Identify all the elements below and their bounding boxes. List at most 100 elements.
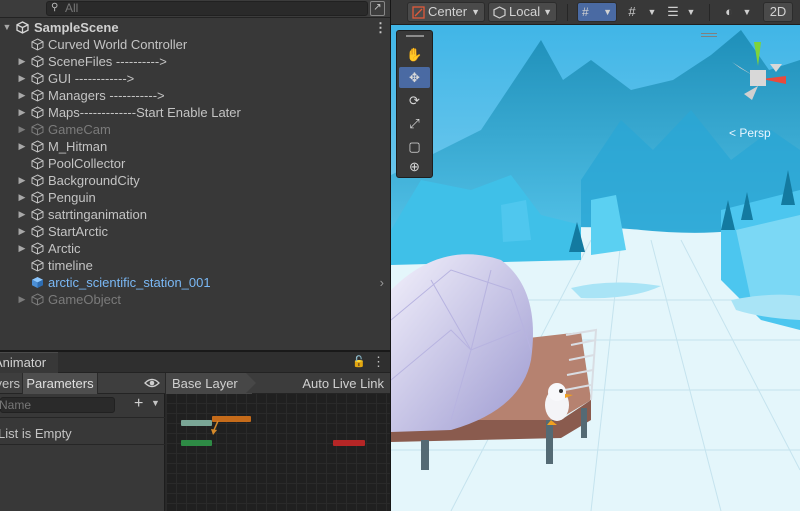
dropdown-arrow-icon[interactable]: ▼ [642, 2, 662, 22]
hierarchy-item-label: arctic_scientific_station_001 [48, 275, 211, 290]
gameobject-icon [31, 106, 44, 119]
hierarchy-item[interactable]: arctic_scientific_station_001 › [0, 274, 390, 291]
hierarchy-item[interactable]: PoolCollector [0, 155, 390, 172]
hierarchy-item[interactable]: ▶ satrtinganimation [0, 206, 390, 223]
gameobject-icon [31, 55, 44, 68]
entry-node[interactable] [181, 420, 212, 426]
hierarchy-item[interactable]: ▶ StartArctic [0, 223, 390, 240]
orientation-gizmo[interactable] [730, 42, 790, 108]
expand-arrow-icon[interactable]: ▶ [17, 223, 27, 240]
more-options-icon[interactable]: ⋮ [372, 354, 385, 370]
parameter-search-placeholder: Name [0, 398, 32, 412]
scene-view-options-icon[interactable] [701, 33, 717, 37]
expand-arrow-icon[interactable]: ▶ [17, 240, 27, 257]
grid-snapping-toggle[interactable]: # ▼ [577, 2, 617, 22]
2d-mode-toggle[interactable]: 2D [763, 2, 793, 22]
expand-arrow-icon[interactable]: ▶ [17, 189, 27, 206]
prefab-icon [31, 276, 44, 289]
dropdown-arrow-icon: ▼ [603, 7, 612, 17]
animator-panel: Animator 🔓 ⋮ Layers Parameters Name + ▼ … [0, 352, 390, 511]
search-placeholder: All [65, 1, 79, 15]
hierarchy-item[interactable]: Curved World Controller [0, 36, 390, 53]
hierarchy-item[interactable]: ▶ GameObject [0, 291, 390, 308]
tab-animator[interactable]: Animator [0, 352, 58, 373]
hierarchy-item[interactable]: ▶ Arctic [0, 240, 390, 257]
ruler-icon[interactable]: ☰ [663, 2, 683, 22]
local-space-icon [493, 6, 506, 19]
scene-name: SampleScene [34, 20, 119, 35]
expand-arrow-icon[interactable]: ▶ [17, 138, 27, 155]
hierarchy-item[interactable]: timeline [0, 257, 390, 274]
gameobject-icon [31, 72, 44, 85]
tab-layers[interactable]: Layers [0, 373, 22, 394]
expand-arrow-icon[interactable]: ▶ [17, 53, 27, 70]
more-options-icon[interactable]: ⋮ [374, 19, 387, 36]
scene-visibility-button[interactable]: ↗ [370, 1, 385, 16]
unity-scene-icon [16, 21, 29, 34]
expand-arrow-icon[interactable]: ▶ [17, 291, 27, 308]
tab-parameters[interactable]: Parameters [22, 373, 98, 394]
hierarchy-item-label: Curved World Controller [48, 37, 188, 52]
any-state-node[interactable] [181, 440, 212, 446]
hierarchy-item[interactable]: ▶ Managers -----------> [0, 87, 390, 104]
hierarchy-item-label: PoolCollector [48, 156, 126, 171]
hierarchy-scene-row[interactable]: ▼ SampleScene ⋮ [0, 19, 390, 36]
hierarchy-item-label: M_Hitman [48, 139, 108, 154]
expand-arrow-icon[interactable]: ▶ [17, 87, 27, 104]
increment-snap-icon[interactable]: # [622, 2, 642, 22]
expand-arrow-icon[interactable]: ▼ [2, 19, 12, 36]
tools-palette: ✋ ✥ ⟳ ⤢ ▢ ⊕ [396, 30, 433, 178]
hierarchy-item[interactable]: ▶ Penguin [0, 189, 390, 206]
dropdown-arrow-icon[interactable]: ▼ [737, 2, 757, 22]
hierarchy-item-label: satrtinganimation [48, 207, 147, 222]
hierarchy-item[interactable]: ▶ BackgroundCity [0, 172, 390, 189]
divider [0, 444, 165, 445]
hierarchy-panel: ⚲ All ↗ ▼ SampleScene ⋮ Curved World Con… [0, 0, 390, 350]
hierarchy-item[interactable]: ▶ M_Hitman [0, 138, 390, 155]
hierarchy-item-label: timeline [48, 258, 93, 273]
hierarchy-search-input[interactable]: ⚲ All [46, 1, 368, 16]
dropdown-arrow-icon[interactable]: ▼ [151, 398, 160, 408]
hierarchy-item[interactable]: ▶ GUI ------------> [0, 70, 390, 87]
hierarchy-item[interactable]: ▶ GameCam [0, 121, 390, 138]
breadcrumb: Base Layer Auto Live Link [166, 373, 390, 394]
add-parameter-button[interactable]: + [134, 396, 143, 412]
pivot-dropdown[interactable]: Center ▼ [407, 2, 485, 22]
space-dropdown[interactable]: Local ▼ [488, 2, 557, 22]
expand-arrow-icon[interactable]: ▶ [17, 70, 27, 87]
exit-node[interactable] [333, 440, 365, 446]
scale-tool-icon[interactable]: ⤢ [399, 113, 430, 134]
gameobject-icon [31, 174, 44, 187]
state-machine-canvas[interactable] [166, 394, 390, 511]
hierarchy-item-label: Maps-------------Start Enable Later [48, 105, 241, 120]
animator-subtabs: Layers Parameters [0, 373, 165, 394]
rect-tool-icon[interactable]: ▢ [399, 136, 430, 157]
rotate-tool-icon[interactable]: ⟳ [399, 90, 430, 111]
parameter-search-input[interactable]: Name [0, 397, 115, 413]
drag-handle-icon[interactable] [406, 35, 424, 37]
hierarchy-item-label: Managers -----------> [48, 88, 165, 103]
move-tool-icon[interactable]: ✥ [399, 67, 430, 88]
breadcrumb-base-layer[interactable]: Base Layer [166, 373, 252, 394]
animator-tab-bar: Animator 🔓 ⋮ [0, 352, 390, 373]
hierarchy-item[interactable]: ▶ Maps-------------Start Enable Later [0, 104, 390, 121]
list-empty-text: List is Empty [0, 426, 72, 441]
eye-icon[interactable] [144, 377, 160, 389]
hand-tool-icon[interactable]: ✋ [399, 44, 430, 65]
expand-arrow-icon[interactable]: ▶ [17, 206, 27, 223]
expand-arrow-icon[interactable]: ▶ [17, 121, 27, 138]
chevron-right-icon[interactable]: › [380, 274, 384, 291]
dropdown-arrow-icon[interactable]: ▼ [681, 2, 701, 22]
auto-live-link-toggle[interactable]: Auto Live Link [302, 373, 384, 394]
transform-tool-icon[interactable]: ⊕ [399, 156, 430, 177]
expand-arrow-icon[interactable]: ▶ [17, 172, 27, 189]
camera-projection-label[interactable]: < Persp [729, 126, 771, 140]
shading-mode-icon[interactable]: ◐ [719, 2, 739, 22]
expand-arrow-icon[interactable]: ▶ [17, 104, 27, 121]
lock-icon[interactable]: 🔓 [352, 355, 366, 368]
animator-graph[interactable]: Base Layer Auto Live Link [166, 373, 390, 511]
hierarchy-item[interactable]: ▶ SceneFiles ----------> [0, 53, 390, 70]
gameobject-icon [31, 157, 44, 170]
gameobject-icon [31, 140, 44, 153]
hierarchy-item-label: GameObject [48, 292, 121, 307]
